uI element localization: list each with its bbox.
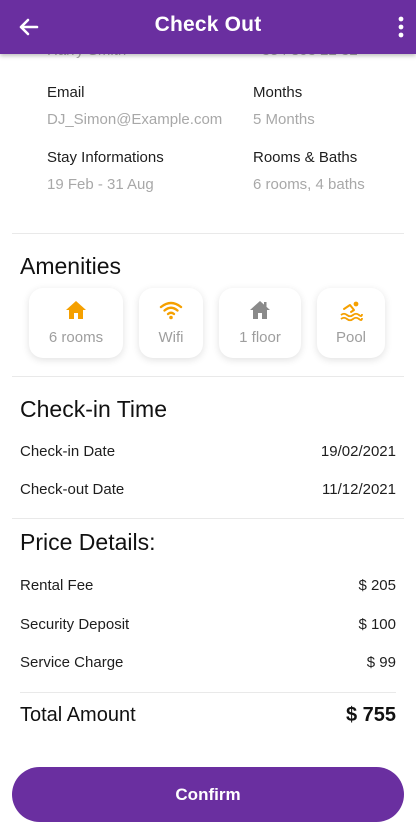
rooms-value: 6 rooms, 4 baths	[253, 176, 365, 193]
stay-label: Stay Informations	[47, 149, 164, 166]
amenity-floor[interactable]: 1 floor	[219, 288, 301, 358]
checkin-title: Check-in Time	[20, 396, 167, 422]
checkin-date-label: Check-in Date	[20, 443, 116, 460]
security-deposit-value: $ 100	[358, 616, 396, 633]
price-title: Price Details:	[20, 529, 156, 555]
months-value: 5 Months	[253, 111, 315, 128]
service-charge-value: $ 99	[366, 654, 396, 671]
home-icon	[29, 300, 123, 322]
security-deposit-label: Security Deposit	[20, 616, 130, 633]
page-title: Check Out	[154, 13, 262, 36]
amenity-wifi[interactable]: Wifi	[139, 288, 203, 358]
amenity-label: Pool	[335, 329, 367, 346]
email-months-row: Email DJ_Simon@Example.com Months 5 Mont…	[47, 84, 387, 144]
total-label: Total Amount	[20, 704, 136, 726]
checkin-date-value: 19/02/2021	[320, 443, 396, 460]
service-charge-row: Service Charge $ 99	[20, 654, 396, 676]
months-label: Months	[253, 84, 303, 101]
rental-fee-label: Rental Fee	[20, 577, 94, 594]
rooms-block: Rooms & Baths 6 rooms, 4 baths	[253, 149, 416, 193]
amenity-label: Wifi	[158, 329, 184, 346]
rental-fee-value: $ 205	[358, 577, 396, 594]
amenity-pool[interactable]: Pool	[317, 288, 385, 358]
checkin-date-row: Check-in Date 19/02/2021	[20, 443, 396, 465]
divider	[12, 233, 404, 234]
divider	[20, 692, 396, 693]
divider	[12, 518, 404, 519]
wifi-icon	[139, 300, 203, 322]
pool-icon	[317, 300, 385, 322]
amenities-title: Amenities	[20, 253, 121, 279]
app-bar: Check Out	[0, 0, 416, 54]
divider	[12, 376, 404, 377]
rooms-label: Rooms & Baths	[253, 149, 358, 166]
months-block: Months 5 Months	[253, 84, 416, 128]
house-icon	[219, 300, 301, 322]
total-value: $ 755	[345, 704, 396, 726]
stay-value: 19 Feb - 31 Aug	[47, 176, 154, 193]
stay-rooms-row: Stay Informations 19 Feb - 31 Aug Rooms …	[47, 149, 387, 209]
security-deposit-row: Security Deposit $ 100	[20, 616, 396, 638]
email-value: DJ_Simon@Example.com	[47, 111, 223, 128]
rental-fee-row: Rental Fee $ 205	[20, 577, 396, 599]
email-block: Email DJ_Simon@Example.com	[47, 84, 247, 128]
email-label: Email	[47, 84, 85, 101]
confirm-button[interactable]: Confirm	[12, 767, 404, 822]
more-vertical-icon[interactable]	[396, 15, 406, 39]
amenity-rooms[interactable]: 6 rooms	[29, 288, 123, 358]
stay-block: Stay Informations 19 Feb - 31 Aug	[47, 149, 247, 193]
amenity-label: 1 floor	[239, 329, 281, 346]
checkout-date-row: Check-out Date 11/12/2021	[20, 481, 396, 503]
checkout-date-value: 11/12/2021	[322, 481, 396, 498]
checkout-date-label: Check-out Date	[20, 481, 125, 498]
amenity-label: 6 rooms	[48, 329, 104, 346]
service-charge-label: Service Charge	[20, 654, 124, 671]
